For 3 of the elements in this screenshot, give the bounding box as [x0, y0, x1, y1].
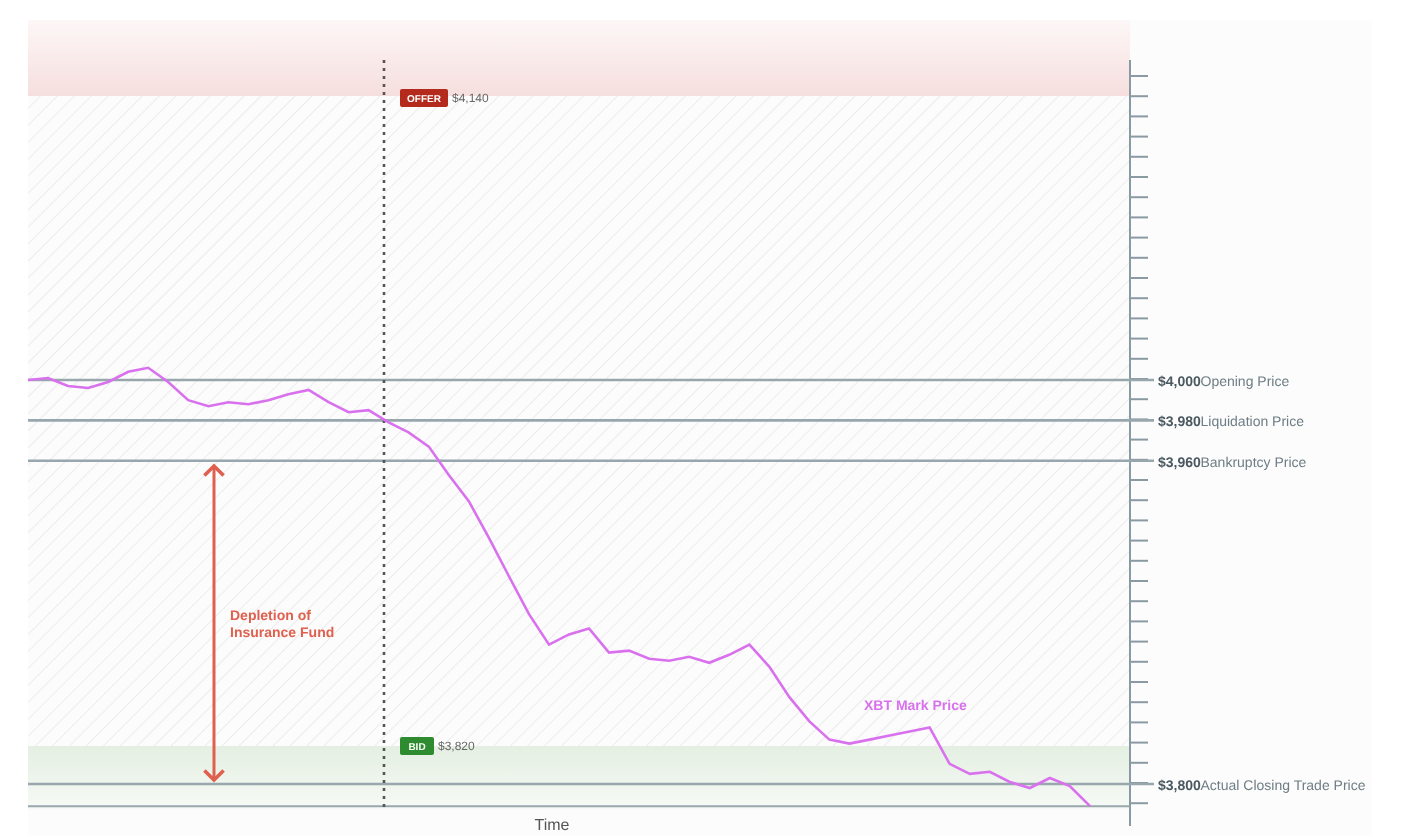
badge: [400, 737, 434, 755]
badge: [400, 89, 448, 107]
x-axis-label: Time: [534, 816, 570, 834]
